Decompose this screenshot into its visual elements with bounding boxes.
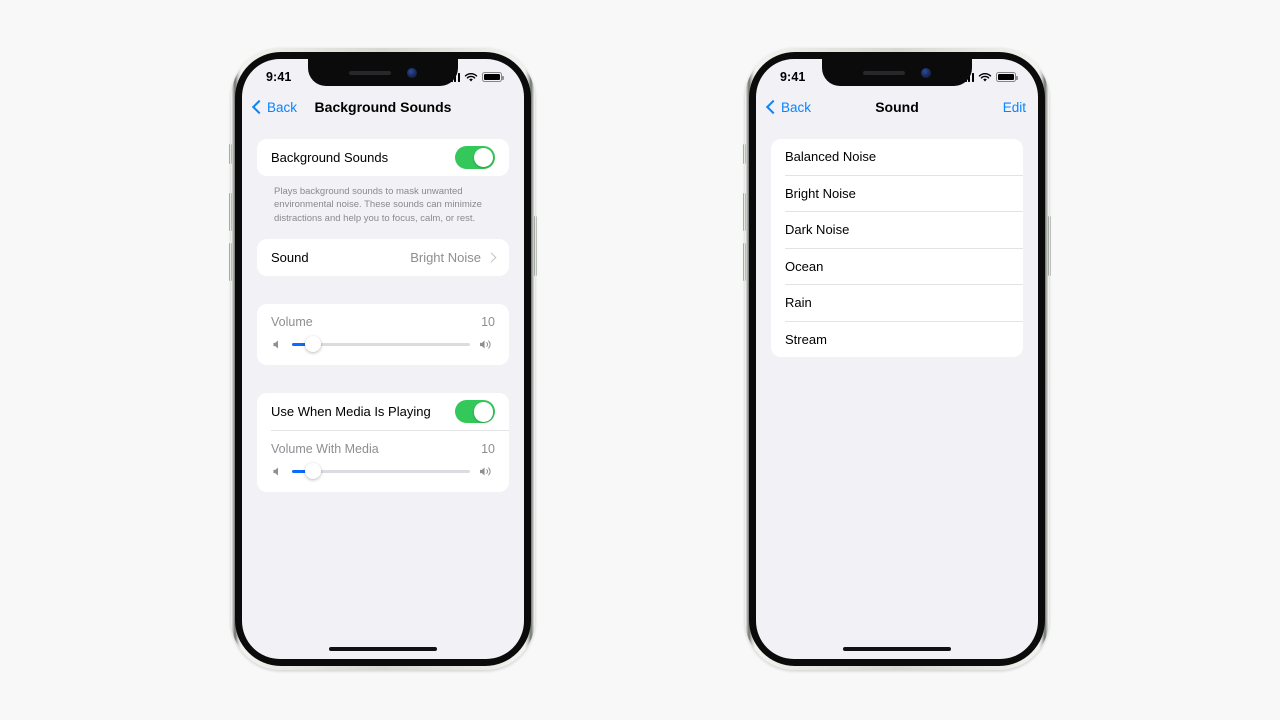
volume-slider[interactable] <box>292 336 470 353</box>
wifi-icon <box>978 72 992 82</box>
volume-down-button[interactable] <box>743 243 746 281</box>
battery-full-icon <box>996 72 1018 82</box>
use-when-media-playing-row[interactable]: Use When Media Is Playing <box>257 393 509 430</box>
use-when-media-playing-label: Use When Media Is Playing <box>271 404 431 420</box>
volume-with-media-slider[interactable] <box>292 463 470 480</box>
volume-up-button[interactable] <box>229 193 232 231</box>
nav-bar-right: Back Sound Edit <box>756 89 1038 125</box>
volume-slider-block: Volume 10 <box>257 304 509 365</box>
volume-slider-thumb[interactable] <box>305 336 322 353</box>
volume-card: Volume 10 <box>257 304 509 366</box>
volume-with-media-slider-row <box>271 463 495 480</box>
list-item[interactable]: Dark Noise <box>771 212 1023 248</box>
list-item[interactable]: Stream <box>771 322 1023 358</box>
toggle-knob <box>474 147 494 168</box>
volume-with-media-label: Volume With Media <box>271 442 379 457</box>
speaker-low-icon <box>271 465 284 478</box>
wifi-icon <box>464 72 478 82</box>
status-time: 9:41 <box>780 70 806 84</box>
sound-value: Bright Noise <box>410 250 481 266</box>
back-button-left[interactable]: Back <box>251 99 298 115</box>
speaker-high-icon <box>478 465 495 478</box>
front-camera-icon <box>407 67 417 78</box>
silent-switch-button[interactable] <box>229 144 232 164</box>
phone-device-sound-list: 9:41 Back Sound Edit Balanced Noise Brig… <box>743 48 1051 670</box>
notch <box>308 59 458 86</box>
speaker-high-icon <box>478 338 495 351</box>
toggle-knob <box>474 402 494 422</box>
media-card: Use When Media Is Playing Volume With Me… <box>257 393 509 493</box>
volume-with-media-slider-thumb[interactable] <box>305 463 322 480</box>
front-camera-icon <box>921 67 931 78</box>
background-sounds-toggle-card: Background Sounds <box>257 139 509 176</box>
nav-bar-left: Back Background Sounds <box>242 89 524 125</box>
background-sounds-label: Background Sounds <box>271 150 389 165</box>
sound-options-list: Balanced Noise Bright Noise Dark Noise O… <box>771 139 1023 357</box>
sound-row[interactable]: Sound Bright Noise <box>257 239 509 276</box>
earpiece-speaker-icon <box>349 70 391 75</box>
use-when-media-playing-toggle[interactable] <box>455 400 495 424</box>
phone-device-background-sounds: 9:41 Back Background Sounds Background S… <box>229 48 537 670</box>
back-button-label: Back <box>781 99 812 115</box>
volume-up-button[interactable] <box>743 193 746 231</box>
volume-value: 10 <box>481 315 495 330</box>
battery-full-icon <box>482 72 504 82</box>
back-button-right[interactable]: Back <box>765 99 812 115</box>
background-sounds-toggle[interactable] <box>455 146 495 169</box>
background-sounds-row[interactable]: Background Sounds <box>257 139 509 176</box>
power-button[interactable] <box>1048 216 1051 276</box>
back-button-label: Back <box>267 99 298 115</box>
volume-slider-row <box>271 336 495 353</box>
silent-switch-button[interactable] <box>743 144 746 164</box>
volume-head: Volume 10 <box>271 315 495 329</box>
home-indicator-left[interactable] <box>329 647 437 651</box>
power-button[interactable] <box>534 216 537 276</box>
sound-disclosure-card: Sound Bright Noise <box>257 239 509 277</box>
list-item[interactable]: Ocean <box>771 249 1023 285</box>
settings-content-left: Background Sounds Plays background sound… <box>242 125 524 493</box>
list-item[interactable]: Bright Noise <box>771 176 1023 212</box>
volume-down-button[interactable] <box>229 243 232 281</box>
speaker-low-icon <box>271 338 284 351</box>
background-sounds-footnote: Plays background sounds to mask unwanted… <box>274 186 482 224</box>
earpiece-speaker-icon <box>863 70 905 75</box>
sound-list-content: Balanced Noise Bright Noise Dark Noise O… <box>756 125 1038 357</box>
chevron-left-icon <box>251 99 267 115</box>
sound-value-wrap: Bright Noise <box>410 250 497 266</box>
volume-with-media-head: Volume With Media 10 <box>271 442 495 456</box>
volume-with-media-slider-block: Volume With Media 10 <box>257 431 509 492</box>
list-item[interactable]: Balanced Noise <box>771 139 1023 175</box>
chevron-right-icon <box>486 253 497 263</box>
status-time: 9:41 <box>266 70 292 84</box>
screenshot-stage: 9:41 Back Background Sounds Background S… <box>0 0 1280 720</box>
sound-label: Sound <box>271 250 309 266</box>
volume-with-media-value: 10 <box>481 442 495 457</box>
edit-button[interactable]: Edit <box>1003 100 1026 115</box>
volume-label: Volume <box>271 315 313 330</box>
phone-screen-right: 9:41 Back Sound Edit Balanced Noise Brig… <box>756 59 1038 659</box>
notch <box>822 59 972 86</box>
phone-screen-left: 9:41 Back Background Sounds Background S… <box>242 59 524 659</box>
home-indicator-right[interactable] <box>843 647 951 651</box>
chevron-left-icon <box>765 99 781 115</box>
list-item[interactable]: Rain <box>771 285 1023 321</box>
